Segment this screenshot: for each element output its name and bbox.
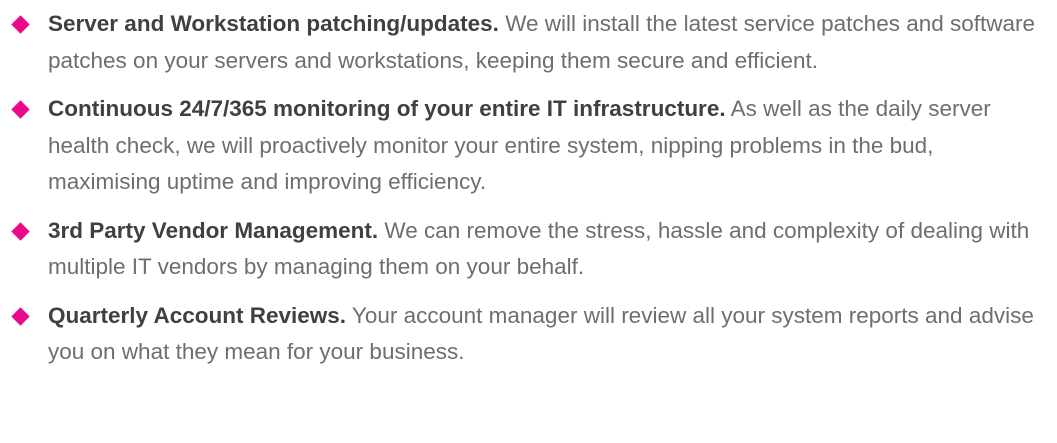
service-heading: 3rd Party Vendor Management. — [48, 217, 379, 243]
diamond-icon — [11, 100, 30, 119]
services-list: Server and Workstation patching/updates.… — [11, 6, 1047, 371]
service-heading: Quarterly Account Reviews. — [48, 302, 347, 328]
service-item-vendor-management: 3rd Party Vendor Management. We can remo… — [11, 213, 1047, 286]
diamond-icon — [11, 306, 30, 326]
diamond-icon — [11, 15, 30, 34]
service-heading: Continuous 24/7/365 monitoring of your e… — [48, 96, 726, 121]
service-item-monitoring: Continuous 24/7/365 monitoring of your e… — [11, 91, 1047, 201]
service-item-account-reviews: Quarterly Account Reviews. Your account … — [11, 298, 1047, 371]
diamond-icon — [11, 221, 30, 241]
service-item-patching: Server and Workstation patching/updates.… — [11, 6, 1047, 79]
service-heading: Server and Workstation patching/updates. — [48, 11, 499, 36]
